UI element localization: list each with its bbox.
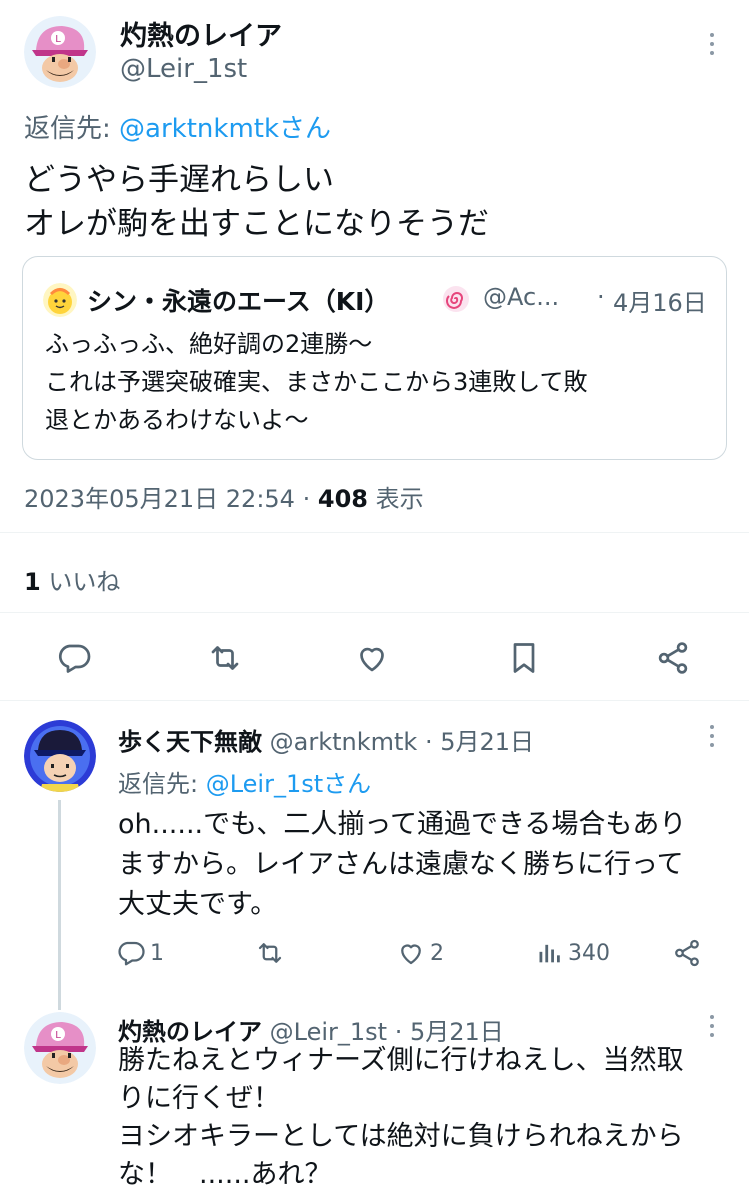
- like-icon: [396, 938, 426, 968]
- divider: [0, 700, 749, 701]
- tweet-meta: 2023年05月21日 22:54 · 408 表示: [24, 479, 424, 514]
- likes-stat[interactable]: 1 いいね: [24, 562, 120, 597]
- reply-text-line: りに行くぜ！: [118, 1083, 280, 1114]
- reply-separator: ·: [424, 728, 433, 756]
- reply-action-reply[interactable]: 1: [116, 938, 164, 968]
- author-name[interactable]: 灼熱のレイア: [120, 14, 282, 53]
- reply-text: oh......でも、二人揃って通過できる場合もあり ますから。レイアさんは遠慮…: [118, 805, 686, 925]
- reply-to-link[interactable]: @Leir_1stさん: [206, 770, 371, 798]
- author-handle[interactable]: @Leir_1st: [120, 54, 247, 84]
- share-icon[interactable]: [672, 938, 702, 968]
- reply-date[interactable]: 5月21日: [440, 728, 534, 756]
- reply-text: 勝たねえとウィナーズ側に行けねえし、当然取 りに行くぜ！ ヨシオキラーとしては絶…: [118, 1042, 684, 1194]
- views-count: 408: [317, 485, 368, 513]
- reply-author-handle[interactable]: @arktnkmtk: [270, 728, 418, 756]
- reply-action-views[interactable]: 340: [536, 938, 610, 968]
- tweet-text: どうやら手遅れらしい オレが駒を出すことになりそうだ: [24, 158, 489, 246]
- divider: [0, 612, 749, 613]
- reply-header: 歩く天下無敵 @arktnkmtk · 5月21日: [118, 722, 534, 757]
- quote-date: 4月16日: [613, 289, 707, 317]
- quote-tweet-card[interactable]: シン・永遠のエース（KI） @Ac... · 4月16日 ふっふっふ、絶好調の2…: [22, 256, 727, 460]
- reply-text-line: oh......でも、二人揃って通過できる場合もあり: [118, 809, 687, 840]
- reply-prefix: 返信先:: [24, 114, 120, 144]
- more-icon[interactable]: [702, 1014, 722, 1038]
- reply-text-line: 勝たねえとウィナーズ側に行けねえし、当然取: [118, 1045, 684, 1076]
- reply-count: 1: [150, 940, 164, 966]
- avatar-leir[interactable]: L: [24, 16, 96, 88]
- quote-text: ふっふっふ、絶好調の2連勝〜 これは予選突破確実、まさかここから3連敗して敗 退…: [45, 325, 588, 439]
- share-icon[interactable]: [655, 640, 691, 676]
- reply-context: 返信先: @arktnkmtkさん: [24, 108, 331, 145]
- quote-avatar: [43, 283, 77, 317]
- likes-label: いいね: [48, 568, 121, 596]
- verified-badge-icon: [441, 284, 471, 314]
- thread-line: [58, 800, 61, 1010]
- tweet-text-line: オレが駒を出すことになりそうだ: [24, 206, 489, 242]
- svg-text:L: L: [55, 34, 61, 45]
- quote-text-line: 退とかあるわけないよ〜: [45, 406, 309, 434]
- reply-prefix: 返信先:: [118, 770, 206, 798]
- svg-text:L: L: [55, 1030, 61, 1041]
- reply-context: 返信先: @Leir_1stさん: [118, 764, 371, 799]
- more-icon[interactable]: [702, 32, 722, 56]
- quote-author-handle: @Ac...: [483, 283, 560, 311]
- reply-author-name[interactable]: 歩く天下無敵: [118, 728, 262, 756]
- quote-author-name: シン・永遠のエース（KI）: [87, 287, 390, 316]
- view-count: 340: [568, 940, 610, 966]
- like-count: 2: [430, 940, 444, 966]
- retweet-icon[interactable]: [206, 640, 244, 676]
- tweet-text-line: どうやら手遅れらしい: [24, 162, 334, 198]
- avatar-leir[interactable]: L: [24, 1012, 96, 1084]
- likes-count: 1: [24, 568, 41, 596]
- reply-text-line: な！ ......あれ？: [118, 1159, 332, 1190]
- reply-action-like[interactable]: 2: [396, 938, 444, 968]
- views-icon: [536, 938, 564, 968]
- meta-separator: ·: [302, 485, 311, 513]
- reply-text-line: ヨシオキラーとしては絶対に負けられねえから: [118, 1121, 684, 1152]
- like-icon[interactable]: [354, 640, 390, 676]
- bookmark-icon[interactable]: [506, 640, 542, 676]
- reply-icon[interactable]: [56, 640, 92, 676]
- reply-text-line: 大丈夫です。: [118, 889, 278, 920]
- tweet-timestamp[interactable]: 2023年05月21日 22:54: [24, 485, 295, 513]
- divider: [0, 532, 749, 533]
- reply-text-line: ますから。レイアさんは遠慮なく勝ちに行って: [118, 849, 684, 880]
- more-icon[interactable]: [702, 724, 722, 748]
- reply-to-link[interactable]: @arktnkmtkさん: [119, 114, 331, 144]
- retweet-icon[interactable]: [254, 938, 286, 968]
- views-label: 表示: [375, 485, 424, 513]
- reply-icon: [116, 938, 146, 968]
- quote-separator: ·: [597, 283, 605, 311]
- quote-text-line: これは予選突破確実、まさかここから3連敗して敗: [45, 368, 588, 396]
- quote-text-line: ふっふっふ、絶好調の2連勝〜: [45, 330, 373, 358]
- avatar-arktnkmtk[interactable]: [24, 720, 96, 792]
